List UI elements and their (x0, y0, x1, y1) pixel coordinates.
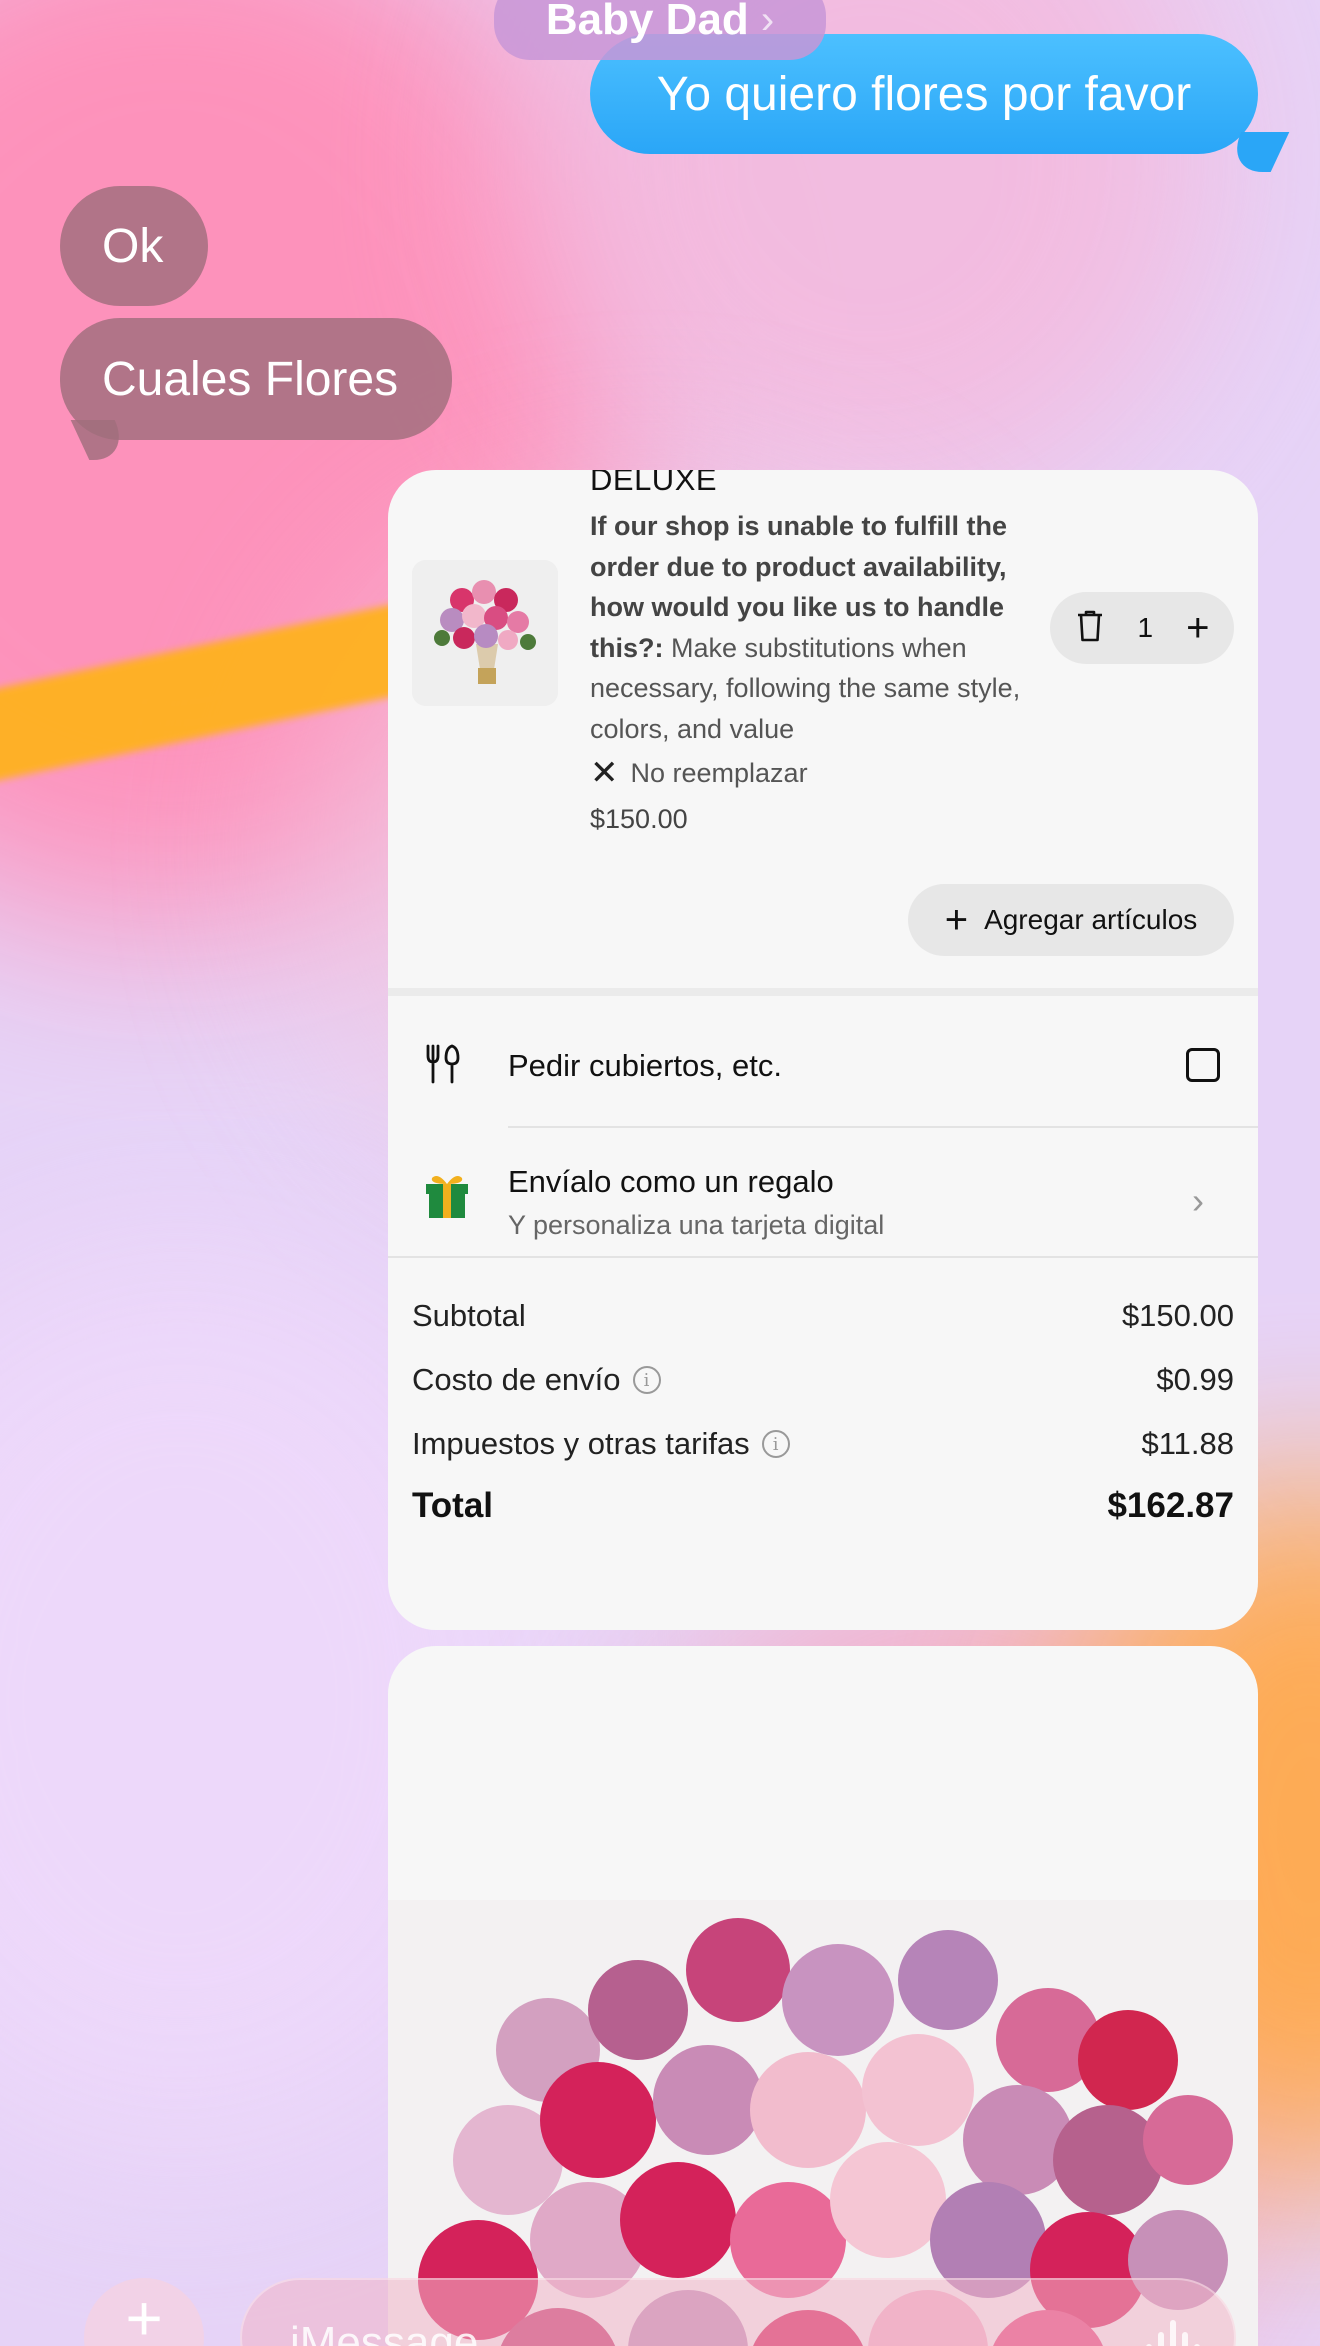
quantity-stepper[interactable]: 1 + (1050, 592, 1234, 664)
chevron-right-icon: › (760, 0, 775, 42)
received-message-bubble[interactable]: Cuales Flores (60, 318, 452, 460)
cutlery-icon (422, 1042, 466, 1091)
send-as-gift-row[interactable]: Envíalo como un regalo Y personaliza una… (388, 1134, 1258, 1264)
row-divider (388, 1256, 1258, 1258)
order-card: DELUXE If our shop is unable to fulfill … (388, 470, 1258, 1630)
trash-icon[interactable] (1075, 609, 1105, 648)
message-text: Ok (102, 219, 164, 273)
no-replace-option: ✕ No reemplazar (590, 756, 808, 790)
item-price: $150.00 (590, 804, 688, 834)
message-text: Yo quiero flores por favor (656, 67, 1192, 121)
add-items-button[interactable]: + Agregar artículos (908, 884, 1234, 956)
taxes-label: Impuestos y otras tarifas (412, 1426, 750, 1461)
quantity-value: 1 (1137, 612, 1154, 643)
item-title: DELUXE (590, 470, 718, 497)
cutlery-option-row[interactable]: Pedir cubiertos, etc. (388, 1000, 1258, 1132)
taxes-value: $11.88 (1141, 1426, 1234, 1461)
product-image-card[interactable] (388, 1646, 1258, 2346)
plus-icon: + (944, 898, 969, 942)
info-icon[interactable]: i (632, 1366, 661, 1394)
delivery-fee-value: $0.99 (1156, 1362, 1234, 1397)
audio-waveform-icon[interactable] (1146, 2320, 1200, 2346)
subtotal-line: Subtotal $150.00 (412, 1298, 1234, 1334)
section-divider (388, 988, 1258, 996)
gift-title: Envíalo como un regalo (508, 1164, 834, 1199)
total-value: $162.87 (1107, 1486, 1234, 1525)
gift-icon (424, 1170, 470, 1225)
message-input[interactable]: iMessage (240, 2278, 1236, 2346)
taxes-line: Impuestos y otras tarifas i $11.88 (412, 1426, 1234, 1462)
cutlery-label: Pedir cubiertos, etc. (508, 1048, 782, 1083)
chevron-right-icon: › (1192, 1180, 1204, 1221)
delivery-fee-line: Costo de envío i $0.99 (412, 1362, 1234, 1398)
received-message-bubble[interactable]: Ok (60, 186, 208, 306)
product-thumbnail[interactable] (412, 560, 558, 706)
message-text: Cuales Flores (102, 352, 399, 406)
add-items-label: Agregar artículos (984, 904, 1198, 935)
plus-icon: + (125, 2282, 163, 2346)
close-icon: ✕ (590, 754, 619, 792)
contact-name: Baby Dad (545, 0, 749, 44)
subtotal-label: Subtotal (412, 1298, 526, 1333)
contact-header[interactable]: Baby Dad › (494, 0, 826, 60)
cutlery-checkbox[interactable] (1186, 1048, 1220, 1082)
subtotal-value: $150.00 (1121, 1298, 1234, 1333)
total-label: Total (412, 1486, 494, 1525)
message-input-placeholder: iMessage (290, 2318, 479, 2346)
item-substitution-note: If our shop is unable to fulfill the ord… (590, 506, 1040, 749)
info-icon[interactable]: i (761, 1430, 790, 1458)
row-divider (508, 1126, 1258, 1128)
no-replace-label: No reemplazar (630, 757, 808, 788)
gift-subtitle: Y personaliza una tarjeta digital (508, 1210, 885, 1240)
delivery-fee-label: Costo de envío (412, 1362, 621, 1397)
total-line: Total $162.87 (412, 1486, 1234, 1526)
plus-icon[interactable]: + (1186, 608, 1209, 648)
